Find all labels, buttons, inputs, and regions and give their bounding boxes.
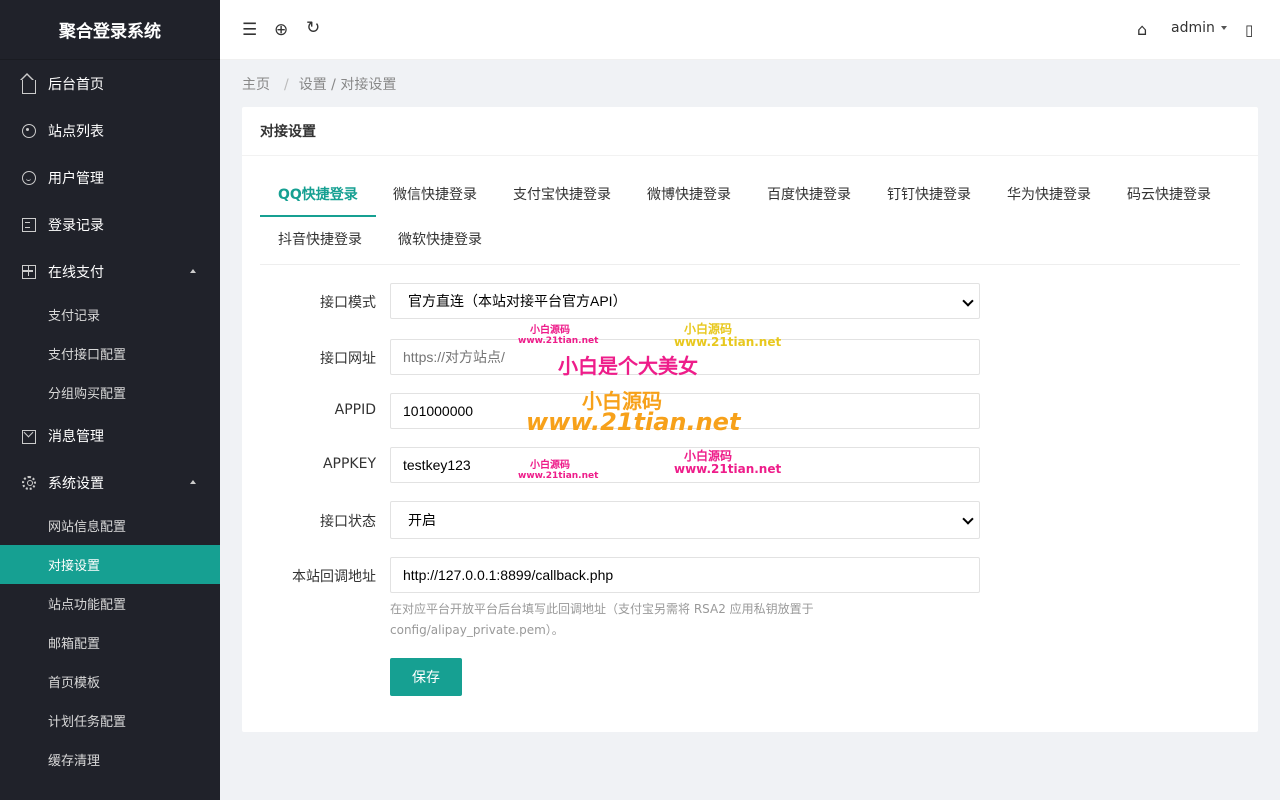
url-placeholder: https://对方站点/ xyxy=(403,349,505,365)
grid-icon xyxy=(22,264,36,279)
sidebar-item-label: 消息管理 xyxy=(48,428,104,445)
tab-douyin[interactable]: 抖音快捷登录 xyxy=(260,218,380,262)
breadcrumb-path: 设置 / 对接设置 xyxy=(298,77,397,93)
url-label: 接口网址 xyxy=(320,351,376,367)
callback-value: http://127.0.0.1:8899/callback.php xyxy=(403,567,614,583)
sidebar-subitem-site-info[interactable]: 网站信息配置 xyxy=(0,506,220,545)
user-menu[interactable]: admin xyxy=(1171,20,1227,36)
tab-alipay[interactable]: 支付宝快捷登录 xyxy=(495,173,629,217)
chevron-up-icon xyxy=(190,269,196,273)
status-label: 接口状态 xyxy=(320,514,376,530)
save-button[interactable]: 保存 xyxy=(390,658,462,696)
sidebar-item-payment[interactable]: 在线支付 xyxy=(0,248,220,295)
sidebar-subitem-integration[interactable]: 对接设置 xyxy=(0,545,220,584)
mail-icon xyxy=(22,429,36,444)
sidebar-subitem-payment-records[interactable]: 支付记录 xyxy=(0,295,220,334)
status-selected-value: 开启 xyxy=(408,512,436,528)
settings-card: 对接设置 QQ快捷登录 微信快捷登录 支付宝快捷登录 微博快捷登录 百度快捷登录… xyxy=(242,107,1258,732)
card-title: 对接设置 xyxy=(242,107,1258,156)
sidebar-item-label: 系统设置 xyxy=(48,475,104,492)
list-icon xyxy=(22,217,36,232)
sidebar-subitem-site-features[interactable]: 站点功能配置 xyxy=(0,584,220,623)
sidebar-item-users[interactable]: 用户管理 xyxy=(0,154,220,201)
login-tabs: QQ快捷登录 微信快捷登录 支付宝快捷登录 微博快捷登录 百度快捷登录 钉钉快捷… xyxy=(260,173,1240,265)
tab-dingtalk[interactable]: 钉钉快捷登录 xyxy=(869,173,989,217)
callback-label: 本站回调地址 xyxy=(292,569,376,585)
tab-weibo[interactable]: 微博快捷登录 xyxy=(629,173,749,217)
appkey-label: APPKEY xyxy=(322,456,376,472)
chevron-up-icon xyxy=(190,480,196,484)
appkey-input[interactable]: testkey123 xyxy=(390,447,980,483)
tab-wechat[interactable]: 微信快捷登录 xyxy=(375,173,495,217)
status-select[interactable]: 开启 xyxy=(390,501,980,539)
sidebar-subitem-homepage-template[interactable]: 首页模板 xyxy=(0,662,220,701)
mode-select[interactable]: 官方直连（本站对接平台官方API） xyxy=(390,283,980,319)
home-icon xyxy=(20,72,36,94)
appid-value: 101000000 xyxy=(403,403,474,419)
sidebar-subitem-cache[interactable]: 缓存清理 xyxy=(0,740,220,779)
sidebar-subitem-cron[interactable]: 计划任务配置 xyxy=(0,701,220,740)
breadcrumb-home[interactable]: 主页 xyxy=(242,77,270,93)
mode-selected-value: 官方直连（本站对接平台官方API） xyxy=(408,293,627,309)
tab-baidu[interactable]: 百度快捷登录 xyxy=(749,173,869,217)
circle-icon xyxy=(22,123,36,138)
web-icon[interactable]: ⊕ xyxy=(274,20,288,40)
sidebar-item-label: 后台首页 xyxy=(48,76,104,93)
phone-icon[interactable]: ▯ xyxy=(1245,20,1253,40)
tab-huawei[interactable]: 华为快捷登录 xyxy=(989,173,1109,217)
tab-qq[interactable]: QQ快捷登录 xyxy=(260,173,376,217)
sidebar-item-system-settings[interactable]: 系统设置 xyxy=(0,459,220,506)
help-line-2: config/alipay_private.pem）。 xyxy=(390,623,564,637)
help-line-1: 在对应平台开放平台后台填写此回调地址（支付宝另需将 RSA2 应用私钥放置于 xyxy=(390,602,814,616)
appid-input[interactable]: 101000000 xyxy=(390,393,980,429)
sidebar-item-messages[interactable]: 消息管理 xyxy=(0,412,220,459)
appkey-value: testkey123 xyxy=(403,457,471,473)
tab-microsoft[interactable]: 微软快捷登录 xyxy=(380,218,500,262)
sidebar-subitem-email[interactable]: 邮箱配置 xyxy=(0,623,220,662)
tab-gitee[interactable]: 码云快捷登录 xyxy=(1109,173,1229,217)
refresh-icon[interactable]: ↻ xyxy=(306,18,320,38)
sidebar-subitem-group-purchase[interactable]: 分组购买配置 xyxy=(0,373,220,412)
sidebar-item-sites[interactable]: 站点列表 xyxy=(0,107,220,154)
sidebar-item-label: 在线支付 xyxy=(48,264,104,281)
gear-icon xyxy=(22,475,36,490)
sidebar: 聚合登录系统 后台首页 站点列表 用户管理 登录记录 在线支付 支付记录 支付接… xyxy=(0,0,220,800)
url-input[interactable]: https://对方站点/ xyxy=(390,339,980,375)
appid-label: APPID xyxy=(334,402,376,418)
callback-help-text: 在对应平台开放平台后台填写此回调地址（支付宝另需将 RSA2 应用私钥放置于 c… xyxy=(390,599,850,641)
sidebar-item-label: 登录记录 xyxy=(48,217,104,234)
brand-title: 聚合登录系统 xyxy=(0,0,220,60)
username: admin xyxy=(1171,20,1215,36)
sidebar-item-label: 站点列表 xyxy=(48,123,104,140)
mode-label: 接口模式 xyxy=(320,295,376,311)
sidebar-item-label: 用户管理 xyxy=(48,170,104,187)
sidebar-item-home[interactable]: 后台首页 xyxy=(0,60,220,107)
callback-input[interactable]: http://127.0.0.1:8899/callback.php xyxy=(390,557,980,593)
breadcrumb: 主页 / 设置 / 对接设置 xyxy=(242,74,400,94)
menu-icon[interactable]: ☰ xyxy=(242,20,257,40)
sidebar-item-login-records[interactable]: 登录记录 xyxy=(0,201,220,248)
caret-down-icon xyxy=(1220,26,1227,30)
sidebar-subitem-payment-config[interactable]: 支付接口配置 xyxy=(0,334,220,373)
top-header: ☰ ⊕ ↻ ⌂ admin ▯ xyxy=(220,0,1280,60)
home-icon[interactable]: ⌂ xyxy=(1137,20,1147,40)
smile-icon xyxy=(22,170,36,185)
breadcrumb-separator: / xyxy=(284,77,289,93)
